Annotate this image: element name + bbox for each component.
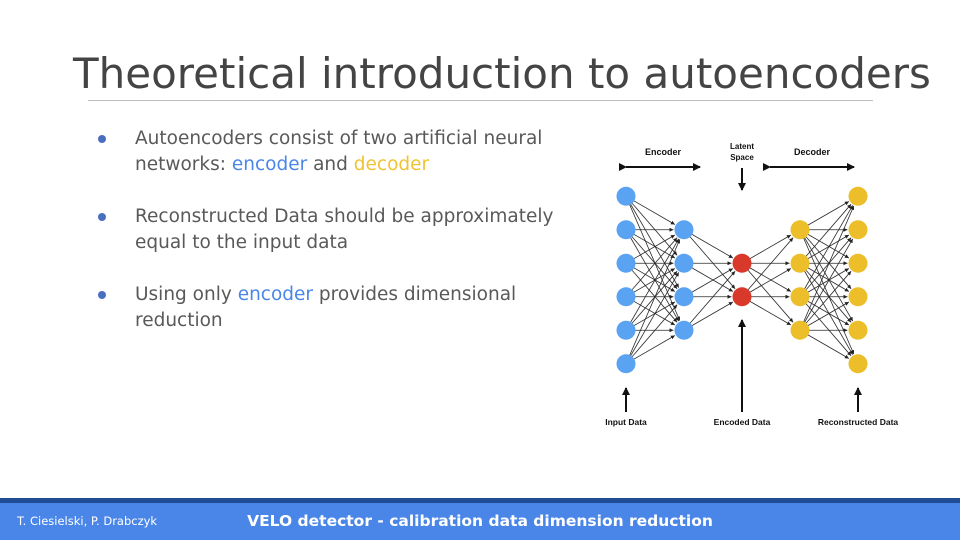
network-node <box>848 354 868 374</box>
decoder-label: Decoder <box>794 147 831 157</box>
footer-title: VELO detector - calibration data dimensi… <box>247 512 713 530</box>
latent-label-line2: Space <box>730 153 754 162</box>
latent-label-line1: Latent <box>730 142 754 151</box>
autoencoder-diagram: Encoder Latent Space Decoder Input Data … <box>605 142 899 427</box>
network-node <box>790 287 810 307</box>
bullet-dot-icon <box>98 291 106 299</box>
bullet-item: Autoencoders consist of two artificial n… <box>95 126 555 178</box>
encoded-data-label: Encoded Data <box>714 417 771 427</box>
network-node <box>616 220 636 240</box>
network-node <box>848 220 868 240</box>
network-node <box>616 287 636 307</box>
network-connection <box>799 263 854 355</box>
network-connection <box>799 205 854 297</box>
input-data-label: Input Data <box>605 417 647 427</box>
bullet-list: Autoencoders consist of two artificial n… <box>95 126 555 360</box>
slide-title: Theoretical introduction to autoencoders <box>73 49 931 98</box>
network-node <box>674 287 694 307</box>
reconstructed-data-label: Reconstructed Data <box>818 417 899 427</box>
network-node <box>674 253 694 273</box>
network-node <box>616 320 636 340</box>
network-node <box>616 253 636 273</box>
network-node <box>674 220 694 240</box>
network-connection <box>625 196 680 288</box>
network-connection <box>625 238 680 331</box>
network-node <box>848 320 868 340</box>
network-node <box>848 287 868 307</box>
network-connection <box>625 229 680 322</box>
bullet-text-part: Reconstructed Data should be approximate… <box>135 206 554 253</box>
bullet-text-part: and <box>307 154 354 175</box>
bullet-text-part: Using only <box>135 284 238 305</box>
footer-bar: T. Ciesielski, P. Drabczyk VELO detector… <box>0 503 960 540</box>
network-node <box>848 186 868 206</box>
bullet-item: Reconstructed Data should be approximate… <box>95 204 555 256</box>
bullet-dot-icon <box>98 135 106 143</box>
encoder-label: Encoder <box>645 147 682 157</box>
network-node <box>848 253 868 273</box>
encoder-highlight: encoder <box>231 154 308 175</box>
decoder-highlight: decoder <box>353 154 430 175</box>
network-node <box>732 253 752 273</box>
bullet-item: Using only encoder provides dimensional … <box>95 282 555 334</box>
network-connection <box>799 229 854 322</box>
network-node <box>732 287 752 307</box>
network-connections <box>625 195 855 365</box>
network-connection <box>799 238 854 331</box>
network-node <box>790 253 810 273</box>
bullet-dot-icon <box>98 213 106 221</box>
encoder-highlight: encoder <box>237 284 314 305</box>
network-connection <box>625 272 680 364</box>
network-node <box>616 354 636 374</box>
title-divider <box>88 100 873 101</box>
network-node <box>616 186 636 206</box>
network-node <box>790 320 810 340</box>
network-node <box>674 320 694 340</box>
network-node <box>790 220 810 240</box>
